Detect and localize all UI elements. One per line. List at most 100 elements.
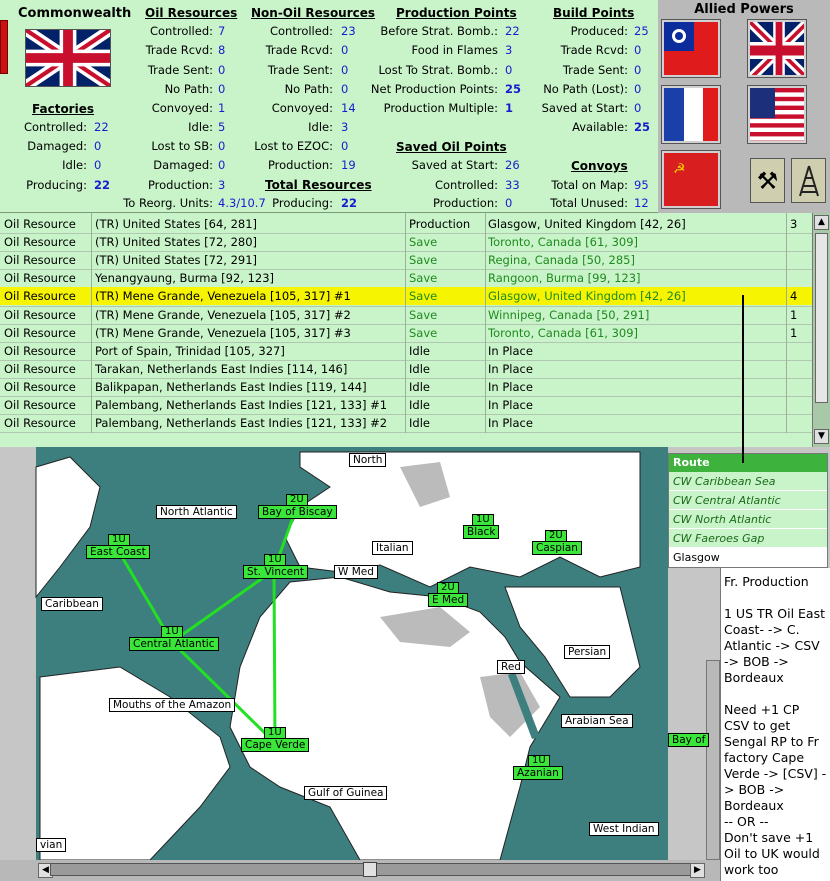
route-item[interactable]: CW Faeroes Gap [669, 529, 827, 548]
bp-trade-rcvd-value: 0 [634, 43, 642, 57]
sea-label-caribbean: Caribbean [41, 597, 103, 611]
map-horizontal-scrollbar[interactable]: ◀ ▶ [0, 860, 720, 881]
pp-food-label: Food in Flames [411, 43, 499, 57]
notes-textarea[interactable]: Fr. Production 1 US TR Oil East Coast- -… [720, 568, 830, 881]
china-flag-button[interactable] [661, 19, 721, 78]
table-cell-resource: Palembang, Netherlands East Indies [121,… [95, 416, 388, 431]
world-map[interactable]: North North Atlantic Italian W Med Carib… [0, 447, 668, 860]
table-cell-status: Save [409, 325, 438, 340]
zone-bay-of-biscay[interactable]: Bay of Biscay [258, 505, 337, 519]
table-cell-type: Oil Resource [4, 361, 76, 376]
sea-label-w-med: W Med [334, 565, 378, 579]
route-destination[interactable]: Glasgow [669, 548, 827, 567]
mining-tools-button[interactable]: ⚒ [750, 158, 785, 203]
table-row[interactable]: Oil Resource (TR) United States [72, 280]… [0, 233, 812, 251]
scroll-right-icon[interactable]: ▶ [690, 863, 705, 878]
factories-idle-label: Idle: [62, 158, 87, 172]
france-flag-button[interactable] [661, 85, 721, 144]
table-row[interactable]: Oil Resource (TR) Mene Grande, Venezuela … [0, 306, 812, 324]
table-cell-status: Idle [409, 416, 430, 431]
table-scroll-thumb[interactable] [815, 233, 828, 403]
table-cell-status: Production [409, 217, 471, 231]
pp-net-label: Net Production Points: [370, 82, 498, 96]
bp-no-path-label: No Path (Lost): [543, 82, 628, 96]
uk-flag-icon [25, 29, 111, 87]
table-row[interactable]: Oil Resource (TR) Mene Grande, Venezuela … [0, 324, 812, 342]
uk-flag-button[interactable] [747, 19, 807, 78]
table-cell-status: Save [409, 307, 438, 322]
oil-derrick-button[interactable] [791, 158, 826, 203]
table-column-divider [91, 213, 92, 433]
table-cell-type: Oil Resource [4, 416, 76, 431]
table-cell-dest: Toronto, Canada [61, 309] [488, 325, 639, 340]
table-row[interactable]: Oil Resource Palembang, Netherlands East … [0, 396, 812, 414]
route-item[interactable]: CW North Atlantic [669, 510, 827, 529]
table-cell-resource: Palembang, Netherlands East Indies [121,… [95, 398, 388, 412]
zone-cape-verde[interactable]: Cape Verde [241, 738, 310, 752]
zone-e-med[interactable]: E Med [428, 593, 469, 607]
france-flag-icon [664, 88, 718, 141]
oil-resources-heading: Oil Resources [145, 6, 238, 20]
nonoil-trade-rcvd-label: Trade Rcvd: [265, 43, 333, 57]
table-cell-dest: In Place [488, 398, 533, 412]
notes-scrollbar[interactable] [706, 660, 720, 860]
allied-powers-title: Allied Powers [694, 2, 794, 17]
table-cell-dest: Glasgow, United Kingdom [42, 26] [488, 217, 686, 231]
table-vertical-scrollbar[interactable]: ▲ ▼ [812, 213, 830, 447]
bp-produced-value: 25 [634, 24, 649, 38]
nonoil-trade-sent-label: Trade Sent: [267, 63, 333, 77]
factories-heading: Factories [32, 102, 94, 116]
side-tab[interactable] [0, 20, 8, 74]
zone-bay-of-partial[interactable]: Bay of [668, 733, 710, 747]
zone-black[interactable]: Black [463, 525, 500, 539]
zone-caspian[interactable]: Caspian [532, 541, 582, 555]
table-row[interactable]: Oil Resource Tarakan, Netherlands East In… [0, 360, 812, 378]
route-item[interactable]: CW Central Atlantic [669, 491, 827, 510]
bp-trade-rcvd-label: Trade Rcvd: [560, 43, 628, 57]
zone-central-atlantic[interactable]: Central Atlantic [129, 637, 219, 651]
total-producing-label: Producing: [272, 196, 333, 210]
sea-label-gulf-of-guinea: Gulf of Guinea [304, 786, 388, 800]
zone-azanian[interactable]: Azanian [513, 766, 563, 780]
table-cell-dest: In Place [488, 361, 533, 376]
table-cell-dest: Toronto, Canada [61, 309] [488, 235, 639, 250]
table-row[interactable]: Oil Resource (TR) Mene Grande, Venezuela … [0, 287, 812, 306]
scroll-up-icon[interactable]: ▲ [814, 215, 829, 230]
table-cell-status: Save [409, 289, 438, 304]
table-row[interactable]: Oil Resource Port of Spain, Trinidad [105… [0, 342, 812, 360]
factories-controlled-label: Controlled: [23, 120, 87, 134]
table-row[interactable]: Oil Resource Balikpapan, Netherlands East… [0, 378, 812, 396]
route-item[interactable]: CW Caribbean Sea [669, 472, 827, 491]
table-column-divider [485, 213, 486, 433]
table-cell-type: Oil Resource [4, 398, 76, 412]
nonoil-production-label: Production: [267, 158, 333, 172]
table-cell-dest: In Place [488, 416, 533, 431]
nonoil-no-path-label: No Path: [284, 82, 333, 96]
table-row[interactable]: Oil Resource (TR) United States [64, 281]… [0, 215, 812, 233]
table-row[interactable]: Oil Resource Palembang, Netherlands East … [0, 414, 812, 432]
ussr-flag-button[interactable]: ☭ [661, 150, 721, 209]
route-pointer-line [742, 295, 744, 463]
table-cell-status: Idle [409, 343, 430, 358]
zone-east-coast[interactable]: East Coast [86, 545, 150, 559]
nonoil-trade-sent-value: 0 [341, 63, 349, 77]
saved-controlled-label: Controlled: [434, 178, 498, 192]
table-row[interactable]: Oil Resource Yenangyaung, Burma [92, 123]… [0, 269, 812, 287]
map-scroll-track[interactable] [50, 863, 705, 876]
bp-saved-value: 0 [634, 101, 642, 115]
zone-st-vincent[interactable]: St. Vincent [243, 565, 308, 579]
convoys-heading: Convoys [571, 159, 628, 173]
table-cell-dest: Regina, Canada [50, 285] [488, 253, 635, 268]
scroll-down-icon[interactable]: ▼ [814, 429, 829, 444]
oil-production-value: 3 [218, 178, 226, 192]
table-cell-resource: Balikpapan, Netherlands East Indies [119… [95, 379, 367, 394]
table-cell-type: Oil Resource [4, 271, 76, 286]
table-cell-resource: (TR) Mene Grande, Venezuela [105, 317] #… [95, 307, 351, 322]
table-row[interactable]: Oil Resource (TR) United States [72, 291]… [0, 251, 812, 269]
table-column-divider [405, 213, 406, 433]
table-cell-num: 1 [790, 307, 798, 322]
map-scroll-thumb[interactable] [363, 862, 377, 877]
usa-flag-button[interactable] [747, 85, 807, 144]
production-points-heading: Production Points [396, 6, 517, 20]
oil-idle-label: Idle: [188, 120, 213, 134]
